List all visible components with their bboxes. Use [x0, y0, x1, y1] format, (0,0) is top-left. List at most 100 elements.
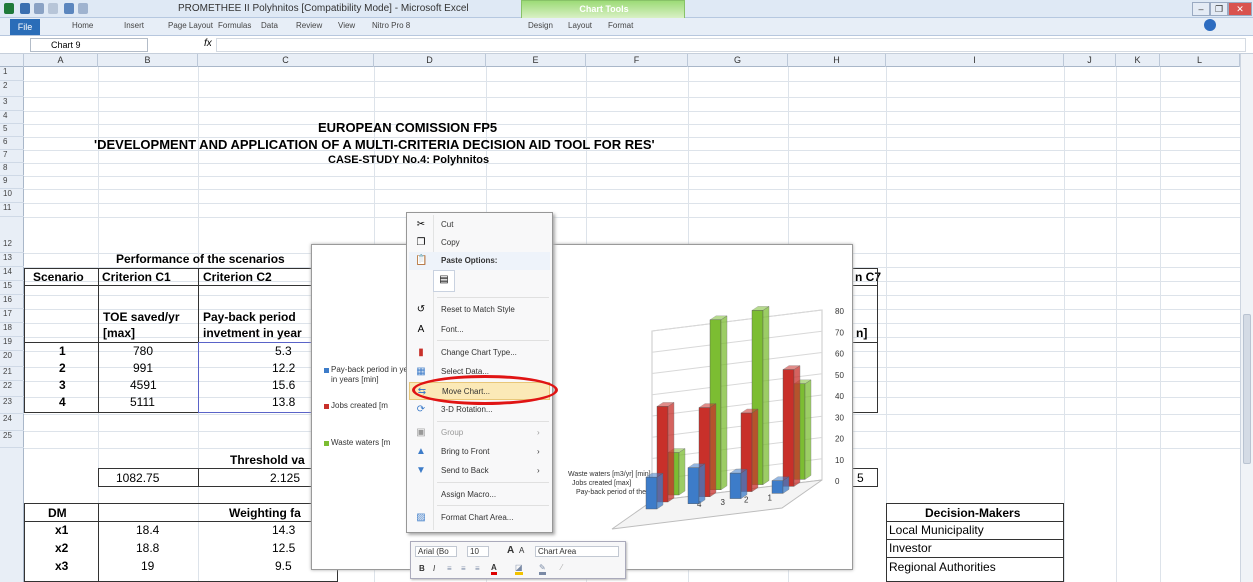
menu-item-assign-macro[interactable]: Assign Macro... [409, 486, 550, 504]
row-header[interactable]: 10 [0, 189, 24, 203]
outline-color-icon[interactable]: ✎ [539, 563, 546, 575]
scroll-thumb[interactable] [1243, 314, 1251, 464]
close-button[interactable]: ✕ [1228, 2, 1252, 16]
quick-access-icon[interactable] [78, 3, 88, 14]
row-header[interactable]: 17 [0, 309, 24, 323]
row-header[interactable]: 18 [0, 323, 24, 337]
row-header[interactable]: 1 [0, 67, 24, 81]
menu-item-copy[interactable]: ❐ Copy [409, 234, 550, 252]
tab-formulas[interactable]: Formulas [218, 21, 251, 30]
save-icon[interactable] [20, 3, 30, 14]
italic-button[interactable]: I [433, 564, 435, 573]
fx-icon[interactable]: fx [204, 38, 212, 49]
row-header[interactable]: 19 [0, 337, 24, 351]
decision-maker-name[interactable]: Investor [889, 541, 932, 555]
row-header[interactable]: 24 [0, 414, 24, 431]
tab-format[interactable]: Format [608, 21, 633, 30]
fill-color-icon[interactable]: ◪ [515, 563, 523, 575]
column-header[interactable]: J [1064, 54, 1116, 67]
tab-insert[interactable]: Insert [124, 21, 144, 30]
decision-maker-name[interactable]: Local Municipality [889, 523, 984, 537]
quick-access-icon[interactable] [64, 3, 74, 14]
row-header[interactable]: 20 [0, 351, 24, 367]
weight-value[interactable]: 18.4 [136, 523, 159, 537]
menu-item-change-chart-type[interactable]: ▮ Change Chart Type... [409, 344, 550, 362]
plot-area[interactable]: 010203040506070804 3 2 1Waste waters [m3/yr… [312, 245, 854, 571]
row-header[interactable]: 7 [0, 150, 24, 163]
threshold-value[interactable]: 5 [857, 471, 864, 485]
weight-value[interactable]: 9.5 [275, 559, 292, 573]
chart-area[interactable]: Pay-back period in years [min] in years … [311, 244, 853, 570]
column-header[interactable]: I [886, 54, 1064, 67]
effects-icon[interactable]: ⁄ [561, 563, 562, 572]
row-header[interactable]: 2 [0, 81, 24, 97]
decision-maker-name[interactable]: Regional Authorities [889, 560, 996, 574]
column-header[interactable]: H [788, 54, 886, 67]
threshold-value[interactable]: 1082.75 [116, 471, 159, 485]
column-header[interactable]: L [1160, 54, 1240, 67]
weight-value[interactable]: 18.8 [136, 541, 159, 555]
tab-design[interactable]: Design [528, 21, 553, 30]
tab-file[interactable]: File [10, 19, 40, 35]
row-header[interactable]: 25 [0, 431, 24, 448]
menu-item-paste-options[interactable]: 📋 Paste Options: [409, 252, 550, 270]
row-header[interactable]: 8 [0, 163, 24, 176]
c1-value[interactable]: 780 [133, 344, 153, 358]
menu-item-bring-to-front[interactable]: ▲ Bring to Front › [409, 443, 550, 461]
row-header[interactable]: 13 [0, 253, 24, 267]
align-right-icon[interactable]: ≡ [475, 564, 480, 573]
c1-value[interactable]: 5111 [130, 395, 155, 409]
tab-view[interactable]: View [338, 21, 355, 30]
tab-review[interactable]: Review [296, 21, 322, 30]
tab-layout[interactable]: Layout [568, 21, 592, 30]
chart-element-dropdown[interactable]: Chart Area [535, 546, 619, 557]
row-header[interactable]: 16 [0, 295, 24, 309]
column-header[interactable]: C [198, 54, 374, 67]
column-header[interactable]: K [1116, 54, 1160, 67]
c1-value[interactable]: 991 [133, 361, 153, 375]
align-left-icon[interactable]: ≡ [447, 564, 452, 573]
vertical-scrollbar[interactable] [1240, 54, 1253, 582]
row-header[interactable]: 11 [0, 203, 24, 217]
column-header[interactable]: F [586, 54, 688, 67]
column-header[interactable]: B [98, 54, 198, 67]
help-icon[interactable] [1204, 19, 1216, 31]
menu-item-group[interactable]: ▣ Group › [409, 424, 550, 442]
tab-nitro[interactable]: Nitro Pro 8 [372, 21, 410, 30]
c1-value[interactable]: 4591 [130, 378, 157, 392]
restore-button[interactable]: ❐ [1210, 2, 1228, 16]
menu-item-reset-style[interactable]: ↺ Reset to Match Style [409, 301, 550, 319]
row-header[interactable]: 15 [0, 281, 24, 295]
formula-input[interactable] [216, 38, 1246, 52]
minimize-button[interactable]: – [1192, 2, 1210, 16]
row-header[interactable]: 21 [0, 367, 24, 381]
row-header[interactable]: 12 [0, 217, 24, 253]
shrink-font-button[interactable]: A [519, 546, 524, 555]
menu-item-cut[interactable]: ✂ Cut [409, 216, 550, 234]
column-header[interactable]: G [688, 54, 788, 67]
name-box[interactable]: Chart 9 [30, 38, 148, 52]
undo-icon[interactable] [34, 3, 44, 14]
align-center-icon[interactable]: ≡ [461, 564, 466, 573]
tab-data[interactable]: Data [261, 21, 278, 30]
menu-item-send-to-back[interactable]: ▼ Send to Back › [409, 462, 550, 480]
row-header[interactable]: 6 [0, 137, 24, 150]
row-header[interactable]: 4 [0, 111, 24, 124]
row-header[interactable]: 23 [0, 397, 24, 414]
font-color-icon[interactable]: A [491, 563, 497, 575]
row-header[interactable]: 5 [0, 124, 24, 137]
weight-value[interactable]: 14.3 [272, 523, 295, 537]
paste-option-button[interactable]: ▤ [433, 270, 455, 292]
tab-page-layout[interactable]: Page Layout [168, 21, 213, 30]
weight-value[interactable]: 19 [141, 559, 154, 573]
threshold-value[interactable]: 2.125 [270, 471, 300, 485]
row-header[interactable]: 3 [0, 97, 24, 111]
bold-button[interactable]: B [419, 564, 425, 573]
row-header[interactable]: 22 [0, 381, 24, 397]
weight-value[interactable]: 12.5 [272, 541, 295, 555]
row-header[interactable]: 9 [0, 176, 24, 189]
column-header[interactable]: E [486, 54, 586, 67]
font-size-box[interactable]: 10 [467, 546, 489, 557]
redo-icon[interactable] [48, 3, 58, 14]
tab-home[interactable]: Home [72, 21, 93, 30]
